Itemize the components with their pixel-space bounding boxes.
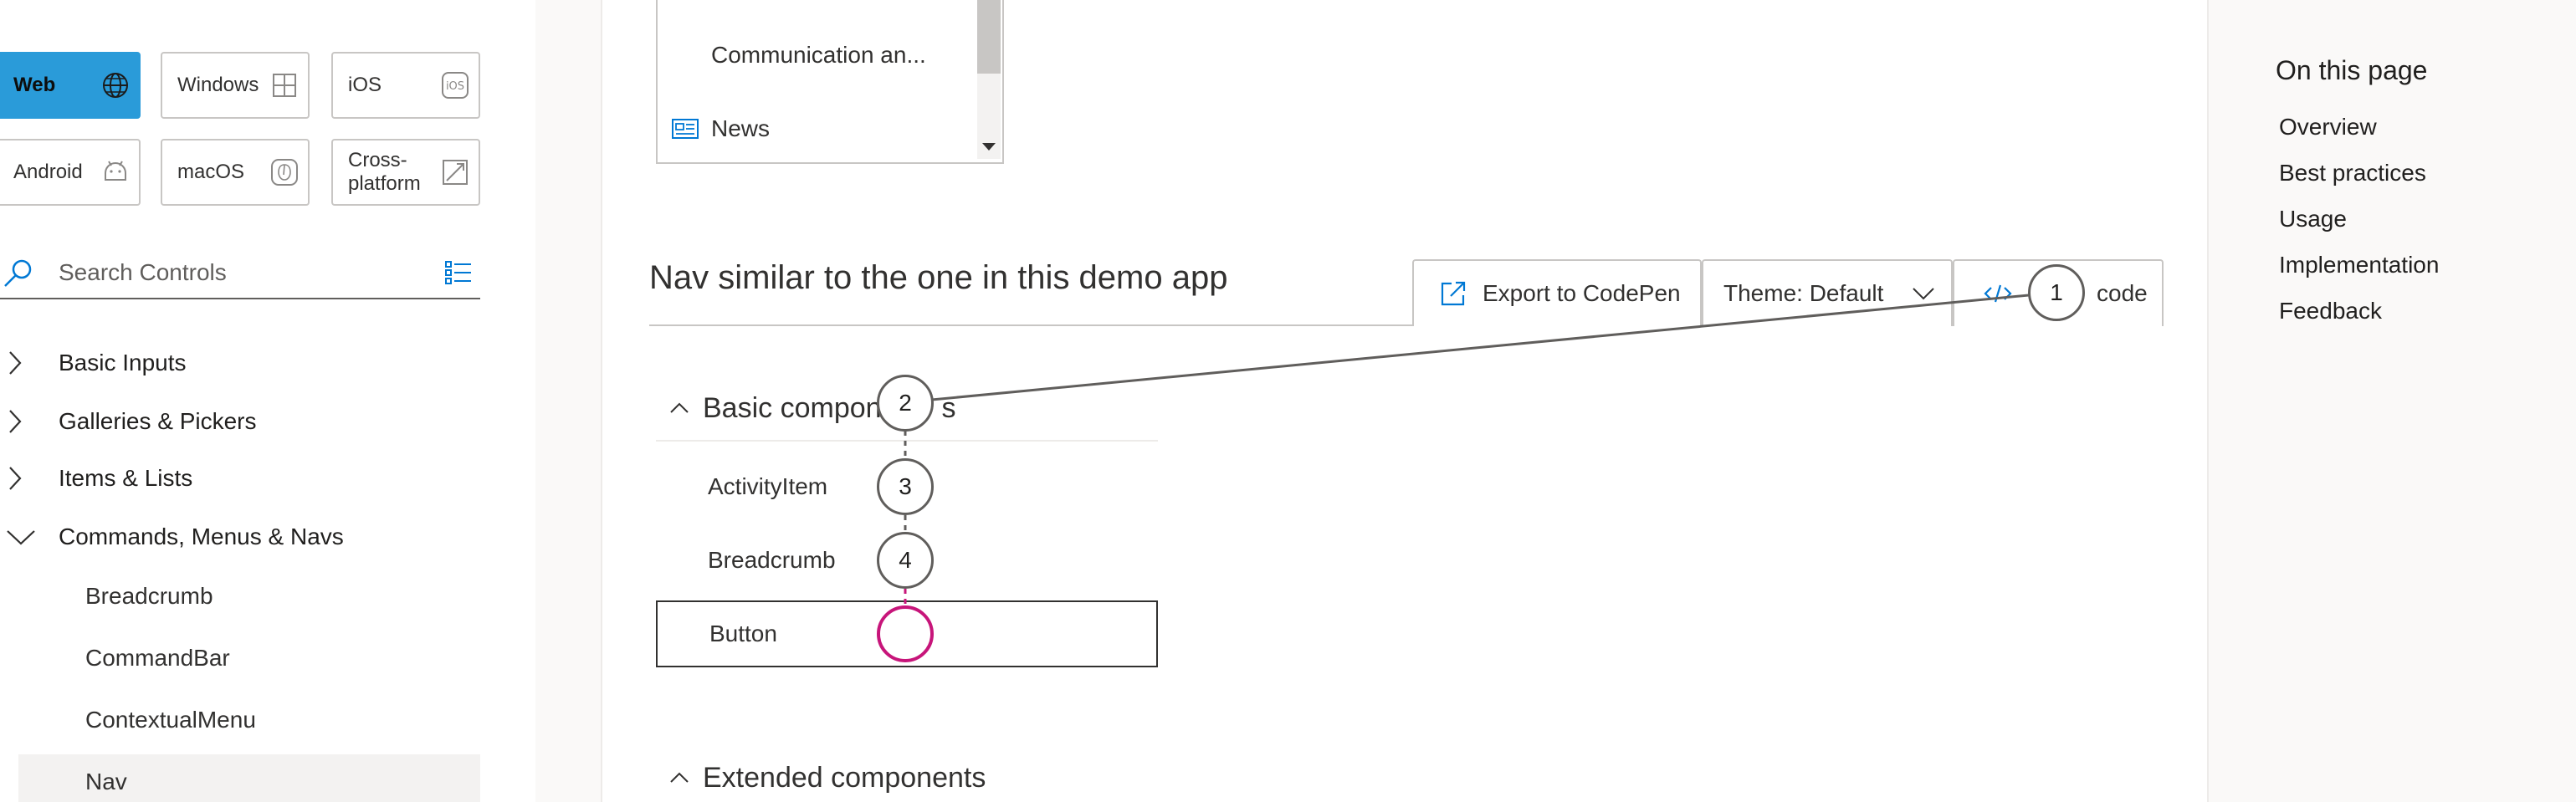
main-content: Communication an... News Nav similar to … [601, 0, 2209, 802]
platform-label: macOS [177, 161, 245, 183]
svg-text:iOS: iOS [446, 80, 464, 93]
rail-link-overview[interactable]: Overview [2279, 114, 2377, 140]
tree-item-breadcrumb[interactable]: Breadcrumb [18, 569, 480, 624]
demo-nav-list[interactable]: Communication an... News [656, 0, 1004, 164]
tree-item-label: Breadcrumb [85, 583, 213, 609]
on-this-page-rail: On this page Overview Best practices Usa… [2209, 0, 2576, 802]
section-title: Nav similar to the one in this demo app [649, 259, 1228, 296]
chevron-right-icon [0, 396, 59, 447]
platform-label-line1: Cross- [348, 149, 407, 171]
chevron-right-icon [0, 338, 59, 388]
tree-item-nav[interactable]: Nav [18, 754, 480, 802]
demo-list-scrollbar[interactable] [977, 0, 1001, 159]
rail-link-best-practices[interactable]: Best practices [2279, 160, 2426, 186]
android-icon [100, 157, 131, 187]
scrollbar-thumb[interactable] [977, 0, 1001, 74]
globe-icon [100, 70, 131, 100]
chevron-down-icon [0, 512, 59, 562]
demo-list-item-news[interactable]: News [658, 104, 976, 154]
demo-list-item-label: Communication an... [711, 42, 926, 68]
platform-button-web[interactable]: Web [0, 52, 141, 119]
export-icon [1439, 279, 1467, 308]
filter-list-icon[interactable] [443, 258, 474, 288]
demo-list-item-label: News [711, 115, 771, 141]
theme-label: Theme: Default [1723, 280, 1884, 306]
left-sidebar: Web Windows iOS iOS Android macOS Cross-… [0, 0, 535, 802]
news-icon [671, 118, 699, 140]
nav-group-label: Extended components [703, 761, 986, 794]
search-input[interactable]: Search Controls [59, 259, 443, 286]
category-commands-menus-navs[interactable]: Commands, Menus & Navs [0, 512, 344, 562]
tree-item-label: CommandBar [85, 645, 230, 671]
chevron-up-icon [656, 771, 703, 784]
platform-label: Android [13, 161, 83, 183]
theme-dropdown[interactable]: Theme: Default [1702, 259, 1953, 326]
nav-link-label: ActivityItem [708, 473, 828, 499]
category-label: Commands, Menus & Navs [59, 524, 344, 549]
chevron-up-icon [656, 401, 703, 415]
rail-link-implementation[interactable]: Implementation [2279, 252, 2439, 278]
annotation-marker-3: 3 [877, 458, 934, 515]
rail-link-usage[interactable]: Usage [2279, 206, 2347, 232]
category-label: Galleries & Pickers [59, 408, 257, 434]
platform-button-macos[interactable]: macOS [161, 139, 310, 206]
platform-label: Cross- platform [348, 149, 440, 196]
platform-button-android[interactable]: Android [0, 139, 141, 206]
show-code-label: code [2097, 280, 2148, 306]
chevron-right-icon [0, 453, 59, 503]
sidebar-gutter [535, 0, 601, 802]
category-galleries-pickers[interactable]: Galleries & Pickers [0, 396, 257, 447]
rail-link-feedback[interactable]: Feedback [2279, 298, 2382, 324]
annotation-marker-1: 1 [2028, 264, 2085, 321]
chevron-down-icon [1911, 285, 1936, 302]
nav-group-extended-components[interactable]: Extended components [656, 751, 986, 802]
category-basic-inputs[interactable]: Basic Inputs [0, 338, 187, 388]
tree-item-commandbar[interactable]: CommandBar [18, 631, 480, 686]
search-box[interactable]: Search Controls [0, 248, 480, 299]
nav-group-label-tail: s [941, 391, 956, 424]
category-label: Items & Lists [59, 465, 193, 491]
platform-button-ios[interactable]: iOS iOS [331, 52, 480, 119]
tree-item-contextualmenu[interactable]: ContextualMenu [18, 692, 480, 748]
nav-link-label: Breadcrumb [708, 547, 836, 573]
nav-group-divider [656, 440, 1158, 442]
rail-title: On this page [2276, 55, 2428, 85]
platform-label-line2: platform [348, 172, 421, 195]
export-to-codepen-button[interactable]: Export to CodePen [1412, 259, 1702, 326]
ios-icon: iOS [440, 70, 470, 100]
platform-label: Windows [177, 74, 259, 96]
tree-item-label: Nav [85, 769, 127, 794]
code-icon [1983, 281, 2013, 306]
nav-group-label: Basic compon [703, 391, 882, 424]
windows-icon [269, 70, 300, 100]
annotation-marker-4: 4 [877, 532, 934, 589]
cross-platform-icon [440, 157, 470, 187]
platform-button-windows[interactable]: Windows [161, 52, 310, 119]
tree-item-label: ContextualMenu [85, 707, 256, 733]
platform-button-cross-platform[interactable]: Cross- platform [331, 139, 480, 206]
scroll-down-arrow-icon[interactable] [982, 143, 996, 151]
demo-list-item[interactable]: Communication an... [658, 30, 976, 80]
export-label: Export to CodePen [1483, 280, 1681, 306]
platform-label: iOS [348, 74, 382, 96]
macos-icon [269, 157, 300, 187]
search-icon [0, 254, 37, 291]
nav-link-label: Button [709, 621, 777, 646]
category-items-lists[interactable]: Items & Lists [0, 453, 192, 503]
category-label: Basic Inputs [59, 350, 187, 375]
platform-label: Web [13, 74, 56, 96]
annotation-marker-target [877, 605, 934, 662]
annotation-marker-2: 2 [877, 375, 934, 432]
